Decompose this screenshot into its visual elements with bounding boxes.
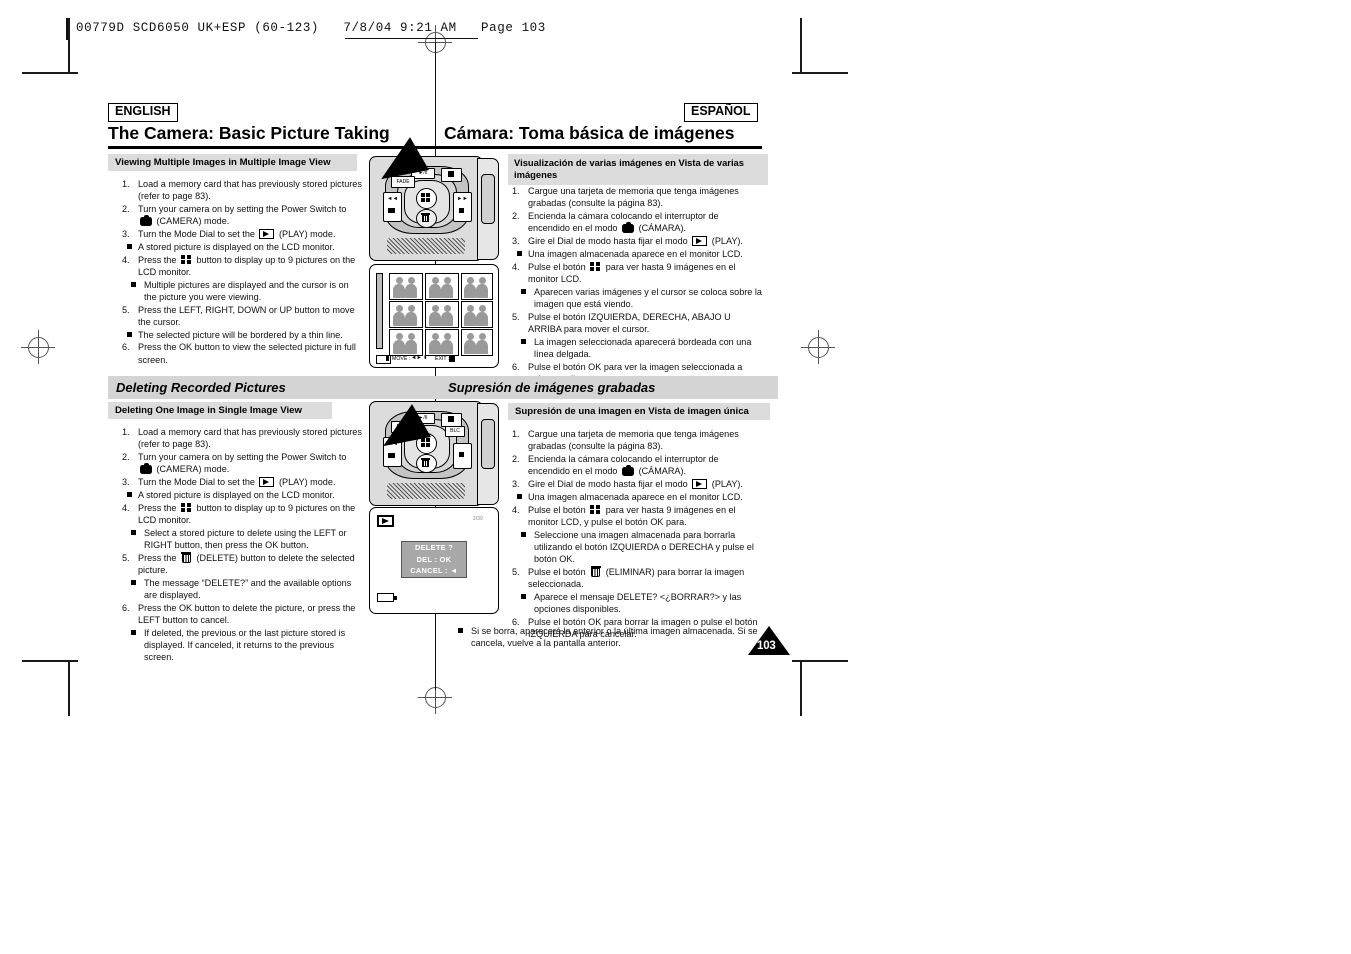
battery-icon bbox=[377, 593, 394, 602]
thumbnail[interactable] bbox=[389, 301, 423, 328]
multi-image-icon bbox=[590, 504, 601, 515]
list-item-bullet: The message “DELETE?” and the available … bbox=[122, 577, 362, 602]
section-heading-en-1: Viewing Multiple Images in Multiple Imag… bbox=[108, 154, 357, 171]
list-item: 4. Press the button to display up to 9 p… bbox=[122, 254, 356, 277]
camera-mode-icon bbox=[140, 214, 152, 227]
list-item: 2. Turn your camera on by setting the Po… bbox=[122, 452, 347, 475]
list-item: 2. Turn your camera on by setting the Po… bbox=[122, 204, 347, 227]
delete-icon bbox=[181, 551, 192, 563]
camera-mode-icon bbox=[622, 464, 635, 477]
list-item: 1. Load a memory card that has previousl… bbox=[122, 179, 362, 202]
list-item-bullet: Multiple pictures are displayed and the … bbox=[122, 279, 362, 304]
dialog-title: DELETE ? bbox=[414, 543, 454, 553]
list-item: 2. Encienda la cámara colocando el inter… bbox=[512, 454, 719, 477]
section-heading-es-2: Supresión de imágenes grabadas bbox=[440, 376, 778, 399]
thumbnail[interactable] bbox=[425, 329, 459, 356]
list-item-bullet: Aparecen varias imágenes y el cursor se … bbox=[512, 286, 762, 311]
list-item: 4. Press the button to display up to 9 p… bbox=[122, 502, 356, 525]
page-title-spanish: Cámara: Toma básica de imágenes bbox=[444, 123, 735, 143]
delete-confirm-dialog: DELETE ? DEL : OK CANCEL : ◄ bbox=[401, 541, 467, 578]
list-item-bullet: A stored picture is displayed on the LCD… bbox=[122, 489, 362, 501]
dialog-option-delete[interactable]: DEL : OK bbox=[402, 554, 466, 565]
list-item: 1. Cargue una tarjeta de memoria que ten… bbox=[512, 429, 739, 452]
thumbnail[interactable] bbox=[389, 329, 423, 356]
printer-slug: 00779D SCD6050 UK+ESP (60-123) 7/8/04 9:… bbox=[76, 21, 546, 35]
figure-multi-image-lcd: MOVE : ◄► ⬍ EXIT : bbox=[369, 264, 501, 368]
steps-en-1: 1. Load a memory card that has previousl… bbox=[122, 178, 362, 366]
list-item-bullet: A stored picture is displayed on the LCD… bbox=[122, 241, 362, 253]
slug-bar bbox=[66, 18, 68, 40]
page-number: 103 bbox=[757, 640, 776, 652]
figure-camera-delete: ►/II FADE BLC ◄◄ bbox=[369, 401, 501, 506]
section-subheading-es-2: Supresión de una imagen en Vista de imag… bbox=[508, 403, 770, 420]
section-subheading-en-2: Deleting One Image in Single Image View bbox=[108, 402, 332, 419]
list-item: 5. Pulse el botón IZQUIERDA, DERECHA, AB… bbox=[512, 311, 731, 334]
list-item: 5. Press the (DELETE) button to delete t… bbox=[122, 551, 355, 575]
list-item-bullet: Una imagen almacenada aparece en el moni… bbox=[512, 491, 762, 503]
image-counter: 2/39 bbox=[473, 516, 483, 522]
list-item: 1. Load a memory card that has previousl… bbox=[122, 427, 362, 450]
list-item: 4. Pulse el botón para ver hasta 9 imáge… bbox=[512, 261, 736, 284]
thumbnail[interactable] bbox=[425, 301, 459, 328]
title-underline bbox=[108, 146, 762, 149]
list-item-bullet: La imagen seleccionada aparecerá bordead… bbox=[512, 336, 762, 361]
steps-en-2: 1. Load a memory card that has previousl… bbox=[122, 426, 362, 664]
list-item: 1. Cargue una tarjeta de memoria que ten… bbox=[512, 186, 739, 209]
registration-mark-left bbox=[21, 330, 55, 364]
camera-mode-icon bbox=[140, 462, 152, 475]
list-item: 3. Gire el Dial de modo hasta fijar el m… bbox=[512, 236, 743, 247]
language-chip-spanish: ESPAÑOL bbox=[684, 103, 758, 122]
section-heading-es-1: Visualización de varias imágenes en Vist… bbox=[508, 154, 768, 185]
language-chip-english: ENGLISH bbox=[108, 103, 178, 122]
steps-es-1: 1. Cargue una tarjeta de memoria que ten… bbox=[512, 185, 762, 386]
osd-exit-label: EXIT : bbox=[435, 355, 450, 362]
list-item: 5. Pulse el botón (ELIMINAR) para borrar… bbox=[512, 565, 745, 590]
list-item: 6. Press the OK button to delete the pic… bbox=[122, 602, 356, 625]
play-mode-icon bbox=[692, 479, 708, 490]
registration-mark-right bbox=[801, 330, 835, 364]
thumbnail[interactable] bbox=[425, 273, 459, 300]
list-item: 4. Pulse el botón para ver hasta 9 imáge… bbox=[512, 504, 736, 527]
play-mode-icon bbox=[259, 229, 275, 240]
figure-camera-multi-image: ►/II FADE ◄◄ ►► bbox=[369, 137, 501, 261]
thumbnail[interactable] bbox=[461, 301, 493, 328]
list-item-bullet: The selected picture will be bordered by… bbox=[122, 329, 362, 341]
figure-delete-lcd: 2/39 DELETE ? DEL : OK CANCEL : ◄ bbox=[369, 507, 501, 615]
osd-move-label: MOVE : bbox=[392, 355, 411, 362]
play-mode-icon bbox=[259, 477, 275, 488]
multi-image-icon bbox=[180, 502, 192, 513]
thumbnail[interactable] bbox=[461, 329, 493, 356]
list-item-bullet: Una imagen almacenada aparece en el moni… bbox=[512, 248, 762, 260]
delete-icon bbox=[590, 565, 601, 577]
list-item: 2. Encienda la cámara colocando el inter… bbox=[512, 211, 719, 234]
list-item: 3. Turn the Mode Dial to set the (PLAY) … bbox=[122, 229, 336, 240]
list-item: 3. Turn the Mode Dial to set the (PLAY) … bbox=[122, 477, 336, 488]
section-heading-en-2: Deleting Recorded Pictures bbox=[108, 376, 444, 399]
slug-underline bbox=[345, 38, 478, 39]
steps-es-2: 1. Cargue una tarjeta de memoria que ten… bbox=[512, 428, 762, 641]
list-item-bullet: Aparece el mensaje DELETE? <¿BORRAR?> y … bbox=[512, 591, 762, 616]
thumbnail[interactable] bbox=[461, 273, 493, 300]
list-item-bullet: Seleccione una imagen almacenada para bo… bbox=[512, 529, 762, 566]
final-note-es: Si se borra, aparecerá la anterior o la … bbox=[458, 625, 758, 650]
list-item-bullet: Select a stored picture to delete using … bbox=[122, 527, 362, 552]
list-item: 3. Gire el Dial de modo hasta fijar el m… bbox=[512, 479, 743, 490]
multi-image-icon bbox=[180, 254, 192, 265]
camera-mode-icon bbox=[622, 221, 635, 234]
manual-page: 00779D SCD6050 UK+ESP (60-123) 7/8/04 9:… bbox=[0, 0, 1351, 954]
list-item: 5. Press the LEFT, RIGHT, DOWN or UP but… bbox=[122, 304, 355, 327]
list-item-bullet: If deleted, the previous or the last pic… bbox=[122, 627, 362, 664]
multi-image-icon bbox=[590, 261, 601, 272]
list-item: 6. Press the OK button to view the selec… bbox=[122, 342, 356, 365]
thumbnail[interactable] bbox=[389, 273, 423, 300]
play-mode-icon bbox=[692, 236, 708, 247]
dialog-option-cancel[interactable]: CANCEL : ◄ bbox=[402, 565, 466, 576]
page-title-english: The Camera: Basic Picture Taking bbox=[108, 123, 390, 143]
